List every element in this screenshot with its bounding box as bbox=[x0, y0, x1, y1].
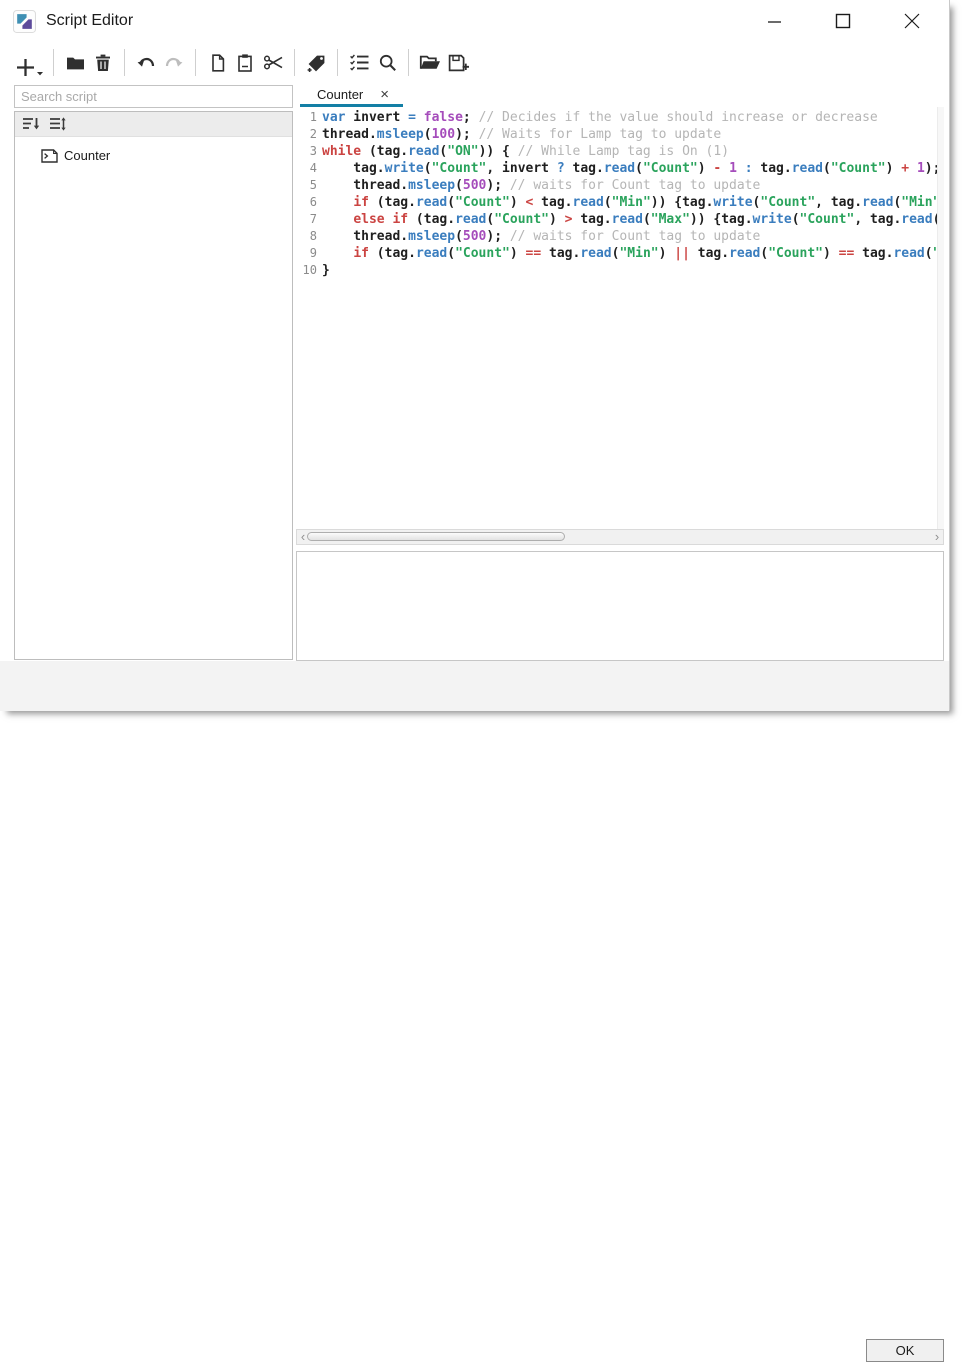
copy-icon bbox=[208, 53, 227, 73]
chevron-down-icon bbox=[36, 69, 44, 78]
paste-icon bbox=[236, 53, 254, 73]
horizontal-scrollbar[interactable]: ‹ › bbox=[296, 529, 944, 545]
add-script-button[interactable] bbox=[13, 48, 46, 78]
code-line[interactable]: 6 if (tag.read("Count") < tag.read("Min"… bbox=[296, 195, 944, 212]
folder-button[interactable] bbox=[61, 48, 89, 78]
titlebar: Script Editor bbox=[0, 0, 949, 42]
toolbar-separator bbox=[408, 49, 409, 76]
delete-button[interactable] bbox=[89, 48, 117, 78]
scrollbar-thumb[interactable] bbox=[307, 532, 565, 541]
close-button[interactable] bbox=[901, 10, 923, 32]
paste-button[interactable] bbox=[231, 48, 259, 78]
trash-icon bbox=[94, 53, 112, 73]
tab-label: Counter bbox=[317, 87, 363, 102]
sort-updown-icon[interactable] bbox=[49, 117, 67, 131]
code-line[interactable]: 10} bbox=[296, 263, 944, 280]
toolbar bbox=[0, 42, 949, 83]
code-line[interactable]: 1var invert = false; // Decides if the v… bbox=[296, 110, 944, 127]
redo-button[interactable] bbox=[160, 48, 188, 78]
add-icon bbox=[15, 57, 36, 78]
tab-close-icon[interactable]: × bbox=[380, 87, 389, 102]
sort-descending-icon[interactable] bbox=[22, 117, 40, 131]
code-editor[interactable]: 1var invert = false; // Decides if the v… bbox=[296, 107, 944, 529]
tab-counter[interactable]: Counter × bbox=[300, 84, 403, 107]
folder-icon bbox=[65, 53, 86, 73]
tabbar: Counter × bbox=[296, 84, 403, 107]
toolbar-separator bbox=[337, 49, 338, 76]
window-title: Script Editor bbox=[46, 12, 133, 30]
code-line[interactable]: 5 thread.msleep(500); // waits for Count… bbox=[296, 178, 944, 195]
ok-button[interactable]: OK bbox=[866, 1339, 944, 1362]
vertical-scrollbar[interactable] bbox=[937, 107, 944, 529]
code-line[interactable]: 7 else if (tag.read("Count") > tag.read(… bbox=[296, 212, 944, 229]
tree-toolbar bbox=[15, 112, 292, 137]
toolbar-separator bbox=[195, 49, 196, 76]
undo-icon bbox=[136, 54, 156, 72]
search-button[interactable] bbox=[373, 48, 401, 78]
close-icon bbox=[903, 12, 921, 30]
tag-button[interactable] bbox=[302, 48, 330, 78]
maximize-icon bbox=[835, 13, 851, 29]
toolbar-separator bbox=[294, 49, 295, 76]
open-button[interactable] bbox=[416, 48, 444, 78]
checklist-icon bbox=[349, 53, 370, 72]
tree-item-counter[interactable]: Counter bbox=[41, 148, 292, 163]
script-tree-panel: Counter bbox=[14, 111, 293, 660]
code-line[interactable]: 9 if (tag.read("Count") == tag.read("Min… bbox=[296, 246, 944, 263]
scroll-right-arrow[interactable]: › bbox=[931, 530, 943, 544]
scissors-icon bbox=[263, 53, 284, 72]
toolbar-separator bbox=[124, 49, 125, 76]
minimize-button[interactable] bbox=[763, 10, 785, 32]
save-icon bbox=[447, 53, 469, 73]
code-line[interactable]: 2thread.msleep(100); // Waits for Lamp t… bbox=[296, 127, 944, 144]
window-controls bbox=[763, 10, 949, 32]
maximize-button[interactable] bbox=[832, 10, 854, 32]
code-lines: 1var invert = false; // Decides if the v… bbox=[296, 107, 944, 280]
script-file-icon bbox=[41, 149, 58, 163]
footer: OK bbox=[0, 661, 949, 711]
search-icon bbox=[378, 53, 397, 72]
code-line[interactable]: 4 tag.write("Count", invert ? tag.read("… bbox=[296, 161, 944, 178]
checklist-button[interactable] bbox=[345, 48, 373, 78]
tag-icon bbox=[306, 53, 327, 73]
undo-button[interactable] bbox=[132, 48, 160, 78]
tree-item-label: Counter bbox=[64, 148, 110, 163]
code-line[interactable]: 3while (tag.read("ON")) { // While Lamp … bbox=[296, 144, 944, 161]
minimize-icon bbox=[767, 14, 782, 29]
output-panel bbox=[296, 551, 944, 661]
script-editor-window: Script Editor bbox=[0, 0, 950, 711]
redo-icon bbox=[164, 54, 184, 72]
toolbar-separator bbox=[53, 49, 54, 76]
app-logo-icon bbox=[13, 10, 36, 33]
cut-button[interactable] bbox=[259, 48, 287, 78]
copy-button[interactable] bbox=[203, 48, 231, 78]
search-input[interactable] bbox=[14, 85, 293, 108]
save-button[interactable] bbox=[444, 48, 472, 78]
open-folder-icon bbox=[419, 53, 441, 72]
code-line[interactable]: 8 thread.msleep(500); // waits for Count… bbox=[296, 229, 944, 246]
